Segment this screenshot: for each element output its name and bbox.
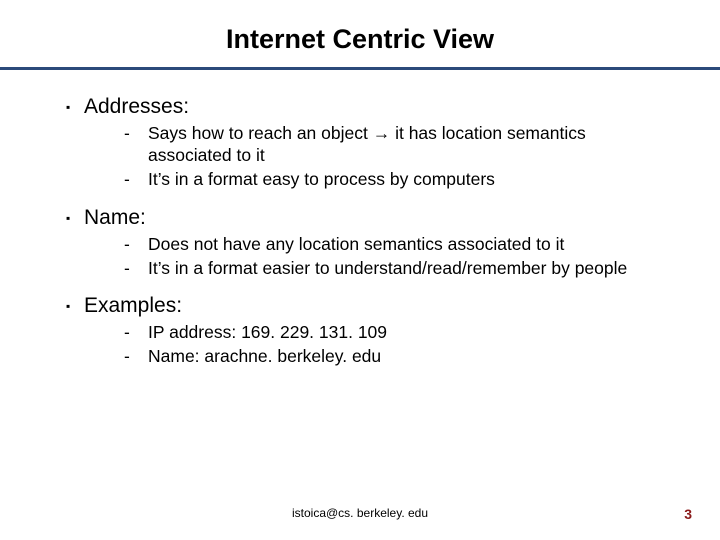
dash-icon: - bbox=[136, 123, 148, 145]
dash-icon: - bbox=[136, 322, 148, 344]
heading-examples: ▪Examples: bbox=[66, 294, 680, 318]
list-item: -IP address: 169. 229. 131. 109 bbox=[136, 322, 650, 344]
heading-text: Examples: bbox=[84, 294, 182, 317]
heading-text: Addresses: bbox=[84, 95, 189, 118]
item-text: Says how to reach an object → it has loc… bbox=[148, 123, 586, 165]
sub-list-examples: -IP address: 169. 229. 131. 109 -Name: a… bbox=[66, 322, 680, 368]
list-item: -Does not have any location semantics as… bbox=[136, 234, 650, 256]
bullet-icon: ▪ bbox=[66, 211, 84, 225]
heading-addresses: ▪Addresses: bbox=[66, 95, 680, 119]
list-item: -Name: arachne. berkeley. edu bbox=[136, 346, 650, 368]
heading-name: ▪Name: bbox=[66, 206, 680, 230]
item-text: IP address: 169. 229. 131. 109 bbox=[148, 322, 387, 342]
item-text: Name: arachne. berkeley. edu bbox=[148, 346, 381, 366]
slide: Internet Centric View ▪Addresses: -Says … bbox=[0, 0, 720, 540]
dash-icon: - bbox=[136, 258, 148, 280]
dash-icon: - bbox=[136, 346, 148, 368]
bullet-icon: ▪ bbox=[66, 100, 84, 114]
page-number: 3 bbox=[684, 506, 692, 522]
slide-content: ▪Addresses: -Says how to reach an object… bbox=[0, 70, 720, 368]
item-text: It’s in a format easier to understand/re… bbox=[148, 258, 627, 278]
footer-email: istoica@cs. berkeley. edu bbox=[0, 506, 720, 520]
list-item: -Says how to reach an object → it has lo… bbox=[136, 123, 650, 167]
dash-icon: - bbox=[136, 234, 148, 256]
bullet-icon: ▪ bbox=[66, 299, 84, 313]
list-item: -It’s in a format easier to understand/r… bbox=[136, 258, 650, 280]
slide-title: Internet Centric View bbox=[0, 0, 720, 63]
heading-text: Name: bbox=[84, 206, 146, 229]
item-text: Does not have any location semantics ass… bbox=[148, 234, 564, 254]
dash-icon: - bbox=[136, 169, 148, 191]
sub-list-name: -Does not have any location semantics as… bbox=[66, 234, 680, 280]
item-text: It’s in a format easy to process by comp… bbox=[148, 169, 495, 189]
list-item: -It’s in a format easy to process by com… bbox=[136, 169, 650, 191]
sub-list-addresses: -Says how to reach an object → it has lo… bbox=[66, 123, 680, 191]
